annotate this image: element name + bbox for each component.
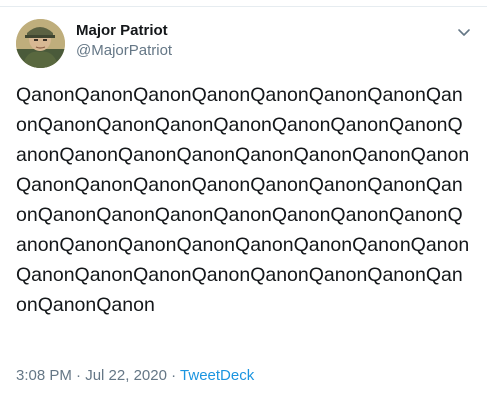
meta-separator: · bbox=[76, 367, 82, 384]
tweet-card: Major Patriot @MajorPatriot QanonQanonQa… bbox=[0, 0, 487, 414]
tweet-text: QanonQanonQanonQanonQanonQanonQanonQanon… bbox=[16, 84, 470, 316]
avatar-image bbox=[16, 19, 65, 68]
tweet-date[interactable]: Jul 22, 2020 bbox=[85, 367, 167, 384]
tweet-time[interactable]: 3:08 PM bbox=[16, 367, 72, 384]
tweet-meta: 3:08 PM · Jul 22, 2020 · TweetDeck bbox=[16, 367, 254, 385]
meta-separator: · bbox=[171, 367, 177, 384]
author-name[interactable]: Major Patriot bbox=[76, 22, 168, 40]
tweet-source-link[interactable]: TweetDeck bbox=[180, 367, 254, 384]
chevron-down-icon[interactable] bbox=[456, 24, 472, 40]
author-handle[interactable]: @MajorPatriot bbox=[76, 42, 172, 60]
avatar[interactable] bbox=[16, 19, 65, 68]
